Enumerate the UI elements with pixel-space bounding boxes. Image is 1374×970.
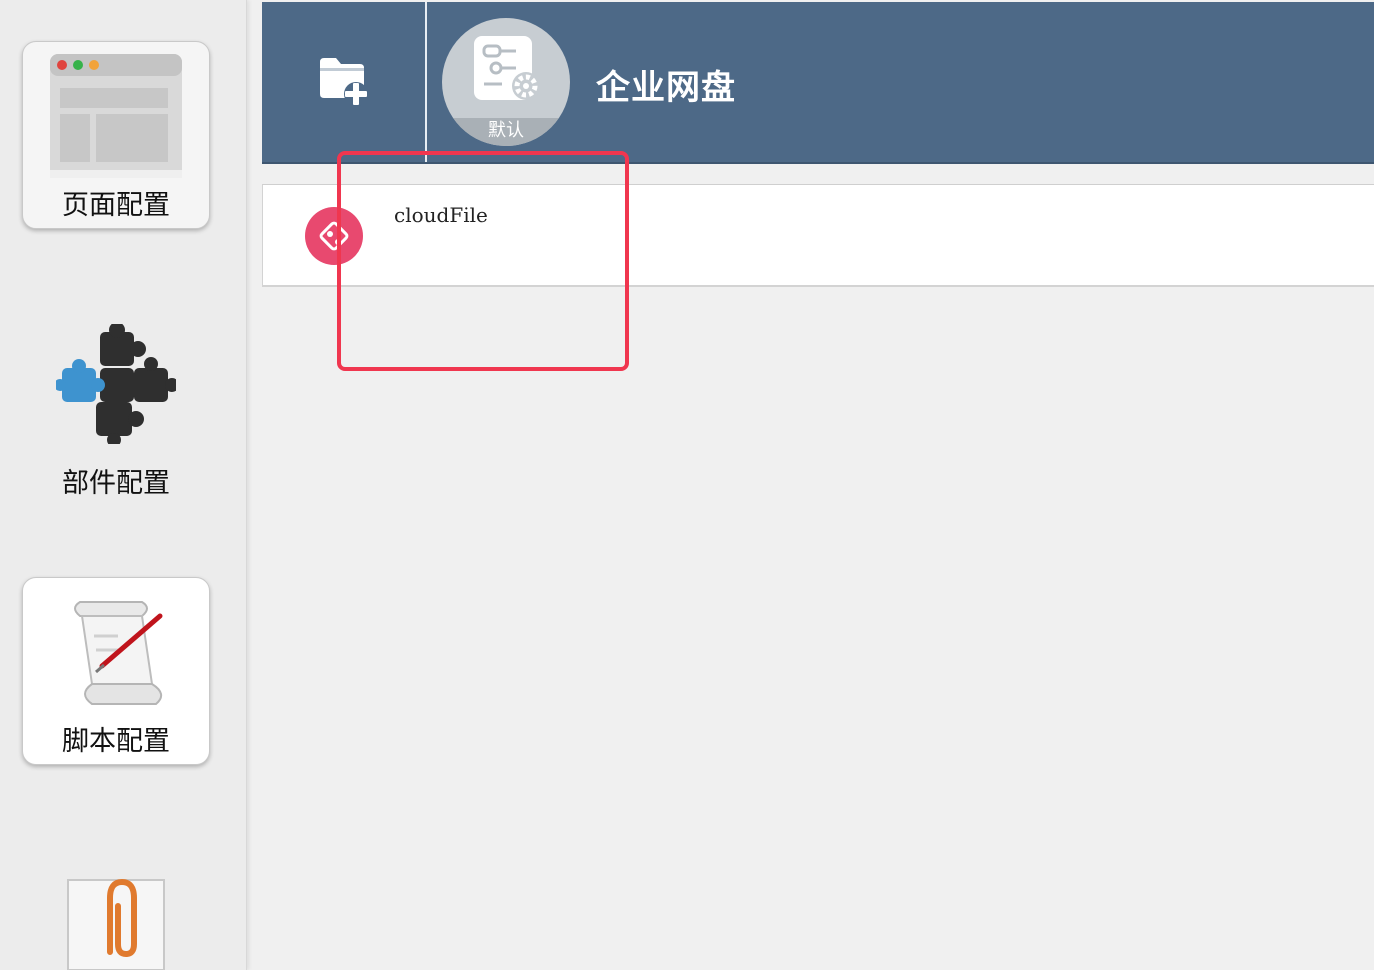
sidebar-item-script-config[interactable]: 脚本配置 — [22, 577, 210, 765]
paperclip-icon — [67, 878, 165, 970]
puzzle-icon — [56, 324, 176, 444]
app-header: 默认 企业网盘 — [262, 2, 1374, 164]
folder-add-icon — [320, 58, 368, 106]
sidebar-item-page-config[interactable]: 页面配置 — [22, 41, 210, 229]
settings-document-icon — [474, 36, 540, 100]
header-divider — [425, 2, 427, 162]
script-scroll-icon — [74, 601, 163, 705]
git-icon — [305, 207, 363, 265]
item-name: cloudFile — [394, 203, 488, 227]
page-layout-icon — [50, 54, 182, 178]
list-item[interactable]: cloudFile — [262, 184, 1374, 287]
sidebar-item-attachment[interactable] — [22, 860, 210, 970]
sidebar-item-label: 部件配置 — [62, 468, 170, 499]
new-folder-button[interactable] — [316, 52, 372, 108]
sidebar: 页面配置 部件配置 脚本配置 — [0, 0, 247, 970]
sidebar-item-label: 脚本配置 — [62, 726, 170, 757]
avatar-badge: 默认 — [442, 118, 570, 146]
sidebar-item-component-config[interactable]: 部件配置 — [22, 318, 210, 506]
sidebar-item-label: 页面配置 — [62, 190, 170, 221]
app-title: 企业网盘 — [596, 68, 736, 108]
app-avatar[interactable]: 默认 — [442, 18, 570, 146]
